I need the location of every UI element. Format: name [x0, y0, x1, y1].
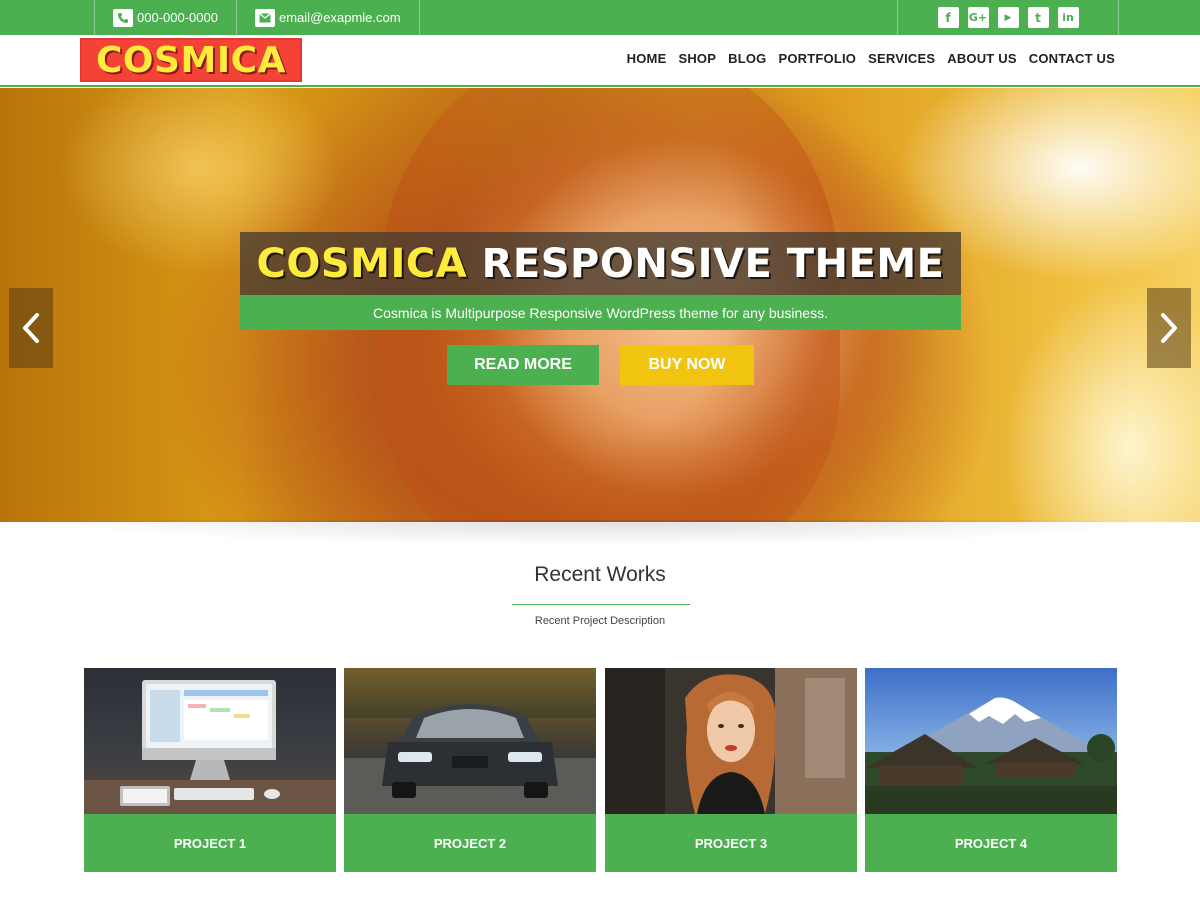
nav-blog[interactable]: BLOG: [728, 51, 766, 66]
linkedin-icon[interactable]: in: [1057, 7, 1079, 28]
mountain-village-image: [865, 668, 1117, 814]
youtube-icon[interactable]: ▶: [997, 7, 1019, 28]
phone-icon: [113, 8, 133, 27]
hero-slider: COSMICA RESPONSIVE THEME Cosmica is Mult…: [0, 88, 1200, 522]
hero-title-rest: RESPONSIVE THEME: [467, 240, 945, 287]
envelope-icon: [255, 8, 275, 27]
site-header: COSMICA HOME SHOP BLOG PORTFOLIO SERVICE…: [0, 35, 1200, 87]
nav-services[interactable]: SERVICES: [868, 51, 935, 66]
hero-shadow: [40, 520, 1160, 550]
project-label: PROJECT 3: [605, 814, 857, 872]
project-card[interactable]: PROJECT 3: [605, 668, 857, 872]
hero-title: COSMICA RESPONSIVE THEME: [257, 241, 945, 287]
section-description: Recent Project Description: [534, 615, 666, 627]
email-address: email@exapmle.com: [279, 10, 401, 25]
section-divider: [512, 604, 690, 605]
woman-portrait-image: [605, 668, 857, 814]
social-links: f G+ ▶ t in: [897, 0, 1119, 35]
hero-title-box: COSMICA RESPONSIVE THEME: [240, 232, 961, 295]
project-card[interactable]: PROJECT 2: [344, 668, 596, 872]
nav-portfolio[interactable]: PORTFOLIO: [778, 51, 856, 66]
twitter-icon[interactable]: t: [1027, 7, 1049, 28]
slider-next-button[interactable]: [1147, 288, 1191, 368]
project-label: PROJECT 1: [84, 814, 336, 872]
computer-desk-image: [84, 668, 336, 814]
logo-text: COSMICA: [96, 39, 286, 81]
chevron-left-icon: [23, 313, 39, 343]
read-more-button[interactable]: READ MORE: [447, 345, 599, 385]
top-bar: 000-000-0000 email@exapmle.com f G+ ▶ t …: [0, 0, 1200, 35]
project-card[interactable]: PROJECT 1: [84, 668, 336, 872]
facebook-icon[interactable]: f: [937, 7, 959, 28]
email-contact[interactable]: email@exapmle.com: [236, 0, 420, 35]
slider-prev-button[interactable]: [9, 288, 53, 368]
nav-shop[interactable]: SHOP: [678, 51, 716, 66]
nav-contact-us[interactable]: CONTACT US: [1029, 51, 1115, 66]
project-label: PROJECT 4: [865, 814, 1117, 872]
phone-number: 000-000-0000: [137, 10, 218, 25]
hero-subtitle: Cosmica is Multipurpose Responsive WordP…: [373, 304, 828, 321]
buy-now-button[interactable]: BUY NOW: [620, 345, 754, 385]
section-title: Recent Works: [534, 563, 666, 586]
google-plus-icon[interactable]: G+: [967, 7, 989, 28]
project-card[interactable]: PROJECT 4: [865, 668, 1117, 872]
hero-title-accent: COSMICA: [256, 240, 468, 287]
site-logo[interactable]: COSMICA: [80, 38, 302, 82]
nav-about-us[interactable]: ABOUT US: [947, 51, 1017, 66]
nav-home[interactable]: HOME: [627, 51, 667, 66]
chevron-right-icon: [1161, 313, 1177, 343]
car-image: [344, 668, 596, 814]
hero-subtitle-box: Cosmica is Multipurpose Responsive WordP…: [240, 295, 961, 330]
project-label: PROJECT 2: [344, 814, 596, 872]
main-nav: HOME SHOP BLOG PORTFOLIO SERVICES ABOUT …: [627, 35, 1115, 81]
phone-contact[interactable]: 000-000-0000: [94, 0, 236, 35]
